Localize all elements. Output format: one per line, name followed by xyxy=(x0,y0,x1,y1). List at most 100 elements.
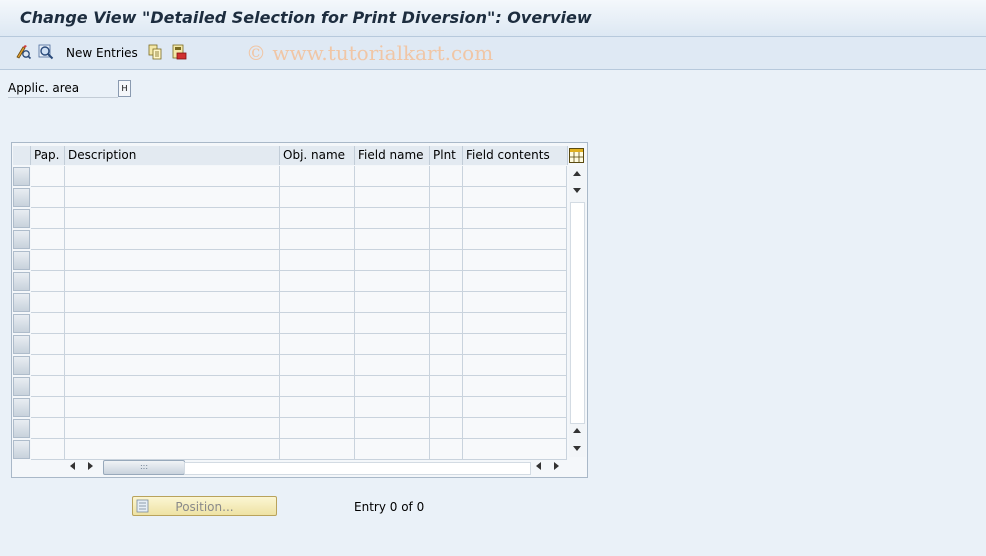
column-header-obj-name[interactable]: Obj. name xyxy=(280,146,355,165)
description-cell[interactable] xyxy=(65,334,280,355)
pap-cell[interactable] xyxy=(31,271,65,292)
field-name-cell[interactable] xyxy=(355,418,430,439)
applic-area-field[interactable]: H xyxy=(118,80,131,97)
description-cell[interactable] xyxy=(65,166,280,187)
row-selector-button[interactable] xyxy=(13,398,30,417)
obj-name-cell[interactable] xyxy=(280,229,355,250)
position-button[interactable]: Position... xyxy=(132,496,277,516)
field-name-cell[interactable] xyxy=(355,376,430,397)
obj-name-cell[interactable] xyxy=(280,187,355,208)
row-selector-button[interactable] xyxy=(13,167,30,186)
row-selector-button[interactable] xyxy=(13,356,30,375)
pap-cell[interactable] xyxy=(31,397,65,418)
description-cell[interactable] xyxy=(65,292,280,313)
plnt-cell[interactable] xyxy=(430,271,463,292)
description-cell[interactable] xyxy=(65,187,280,208)
field-contents-cell[interactable] xyxy=(463,376,567,397)
pap-cell[interactable] xyxy=(31,208,65,229)
horizontal-scrollbar[interactable]: ::: xyxy=(66,459,566,475)
copy-icon[interactable] xyxy=(145,42,165,62)
table-settings-icon[interactable] xyxy=(568,146,585,164)
pap-cell[interactable] xyxy=(31,166,65,187)
scroll-page-up-icon[interactable] xyxy=(573,428,581,433)
pap-cell[interactable] xyxy=(31,439,65,460)
vertical-scroll-track[interactable] xyxy=(570,202,585,424)
description-cell[interactable] xyxy=(65,208,280,229)
field-name-cell[interactable] xyxy=(355,292,430,313)
scroll-end-icon[interactable] xyxy=(573,446,581,451)
description-cell[interactable] xyxy=(65,313,280,334)
field-name-cell[interactable] xyxy=(355,313,430,334)
field-name-cell[interactable] xyxy=(355,250,430,271)
column-header-description[interactable]: Description xyxy=(65,146,280,165)
field-name-cell[interactable] xyxy=(355,355,430,376)
field-contents-cell[interactable] xyxy=(463,208,567,229)
field-contents-cell[interactable] xyxy=(463,313,567,334)
pap-cell[interactable] xyxy=(31,376,65,397)
horizontal-scroll-thumb[interactable]: ::: xyxy=(103,460,185,475)
plnt-cell[interactable] xyxy=(430,229,463,250)
pap-cell[interactable] xyxy=(31,250,65,271)
obj-name-cell[interactable] xyxy=(280,250,355,271)
field-contents-cell[interactable] xyxy=(463,418,567,439)
scroll-far-left-icon[interactable] xyxy=(536,462,541,470)
field-contents-cell[interactable] xyxy=(463,229,567,250)
pap-cell[interactable] xyxy=(31,292,65,313)
field-name-cell[interactable] xyxy=(355,334,430,355)
obj-name-cell[interactable] xyxy=(280,397,355,418)
field-name-cell[interactable] xyxy=(355,439,430,460)
row-selector-button[interactable] xyxy=(13,293,30,312)
horizontal-scroll-track[interactable] xyxy=(184,462,531,475)
description-cell[interactable] xyxy=(65,418,280,439)
field-contents-cell[interactable] xyxy=(463,250,567,271)
column-header-field-contents[interactable]: Field contents xyxy=(463,146,568,165)
plnt-cell[interactable] xyxy=(430,355,463,376)
field-contents-cell[interactable] xyxy=(463,439,567,460)
find-icon[interactable] xyxy=(36,42,56,62)
obj-name-cell[interactable] xyxy=(280,271,355,292)
obj-name-cell[interactable] xyxy=(280,376,355,397)
scroll-left-icon[interactable] xyxy=(70,462,75,470)
scroll-up-icon[interactable] xyxy=(573,171,581,176)
description-cell[interactable] xyxy=(65,439,280,460)
plnt-cell[interactable] xyxy=(430,292,463,313)
field-name-cell[interactable] xyxy=(355,166,430,187)
plnt-cell[interactable] xyxy=(430,334,463,355)
plnt-cell[interactable] xyxy=(430,250,463,271)
plnt-cell[interactable] xyxy=(430,397,463,418)
row-selector-button[interactable] xyxy=(13,335,30,354)
obj-name-cell[interactable] xyxy=(280,355,355,376)
scroll-far-right-icon[interactable] xyxy=(554,462,559,470)
obj-name-cell[interactable] xyxy=(280,166,355,187)
field-contents-cell[interactable] xyxy=(463,271,567,292)
description-cell[interactable] xyxy=(65,271,280,292)
pap-cell[interactable] xyxy=(31,229,65,250)
field-name-cell[interactable] xyxy=(355,229,430,250)
scroll-down-icon[interactable] xyxy=(573,188,581,193)
column-header-field-name[interactable]: Field name xyxy=(355,146,430,165)
row-selector-button[interactable] xyxy=(13,230,30,249)
select-all-header[interactable] xyxy=(13,146,31,165)
row-selector-button[interactable] xyxy=(13,377,30,396)
plnt-cell[interactable] xyxy=(430,439,463,460)
obj-name-cell[interactable] xyxy=(280,313,355,334)
obj-name-cell[interactable] xyxy=(280,439,355,460)
pap-cell[interactable] xyxy=(31,418,65,439)
obj-name-cell[interactable] xyxy=(280,334,355,355)
field-name-cell[interactable] xyxy=(355,397,430,418)
row-selector-button[interactable] xyxy=(13,419,30,438)
obj-name-cell[interactable] xyxy=(280,208,355,229)
row-selector-button[interactable] xyxy=(13,440,30,459)
field-name-cell[interactable] xyxy=(355,208,430,229)
delete-icon[interactable] xyxy=(169,42,189,62)
obj-name-cell[interactable] xyxy=(280,418,355,439)
field-contents-cell[interactable] xyxy=(463,397,567,418)
row-selector-button[interactable] xyxy=(13,188,30,207)
pap-cell[interactable] xyxy=(31,187,65,208)
row-selector-button[interactable] xyxy=(13,314,30,333)
field-contents-cell[interactable] xyxy=(463,355,567,376)
pap-cell[interactable] xyxy=(31,313,65,334)
row-selector-button[interactable] xyxy=(13,272,30,291)
field-contents-cell[interactable] xyxy=(463,334,567,355)
new-entries-button[interactable]: New Entries xyxy=(66,44,138,62)
